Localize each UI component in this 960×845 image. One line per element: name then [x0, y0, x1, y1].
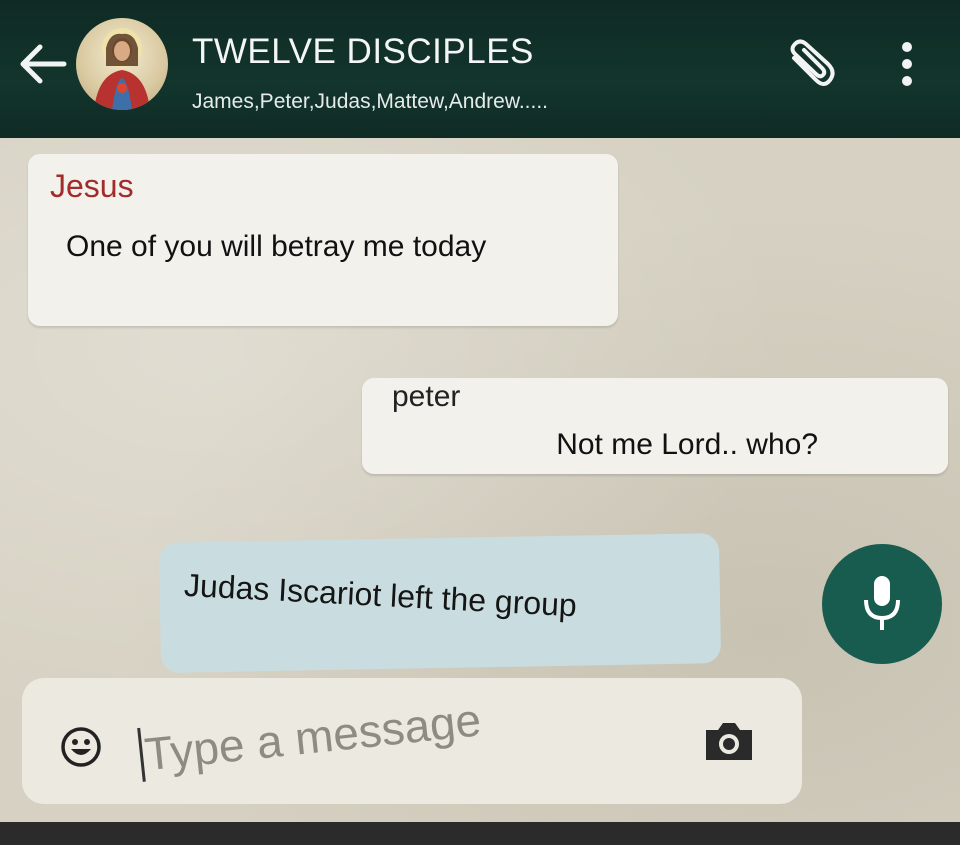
microphone-button[interactable]	[822, 544, 942, 664]
chat-area: Jesus One of you will betray me today pe…	[0, 138, 960, 845]
message-composer[interactable]: Type a message	[22, 678, 802, 804]
group-title[interactable]: TWELVE DISCIPLES	[192, 32, 534, 72]
message-sender: Jesus	[50, 168, 134, 204]
paperclip-icon[interactable]	[780, 38, 840, 90]
message-input[interactable]: Type a message	[137, 692, 484, 782]
group-avatar[interactable]	[76, 18, 168, 110]
message-bubble-incoming[interactable]: Jesus One of you will betray me today	[28, 154, 618, 326]
message-text: Not me Lord.. who?	[556, 428, 818, 461]
message-bubble-outgoing[interactable]: peter Not me Lord.. who?	[362, 378, 948, 474]
system-notice: Judas Iscariot left the group	[158, 533, 722, 673]
back-arrow-icon[interactable]	[14, 38, 70, 90]
message-text: One of you will betray me today	[66, 230, 487, 263]
microphone-icon	[864, 576, 900, 630]
group-members[interactable]: James,Peter,Judas,Mattew,Andrew.....	[192, 90, 548, 114]
bottom-edge	[0, 822, 960, 845]
chat-header: TWELVE DISCIPLES James,Peter,Judas,Matte…	[0, 0, 960, 138]
vertical-dots-icon[interactable]	[892, 38, 922, 90]
system-notice-text: Judas Iscariot left the group	[183, 566, 578, 624]
message-sender: peter	[392, 380, 461, 413]
camera-icon[interactable]	[702, 718, 756, 764]
smiley-icon[interactable]	[60, 726, 102, 768]
